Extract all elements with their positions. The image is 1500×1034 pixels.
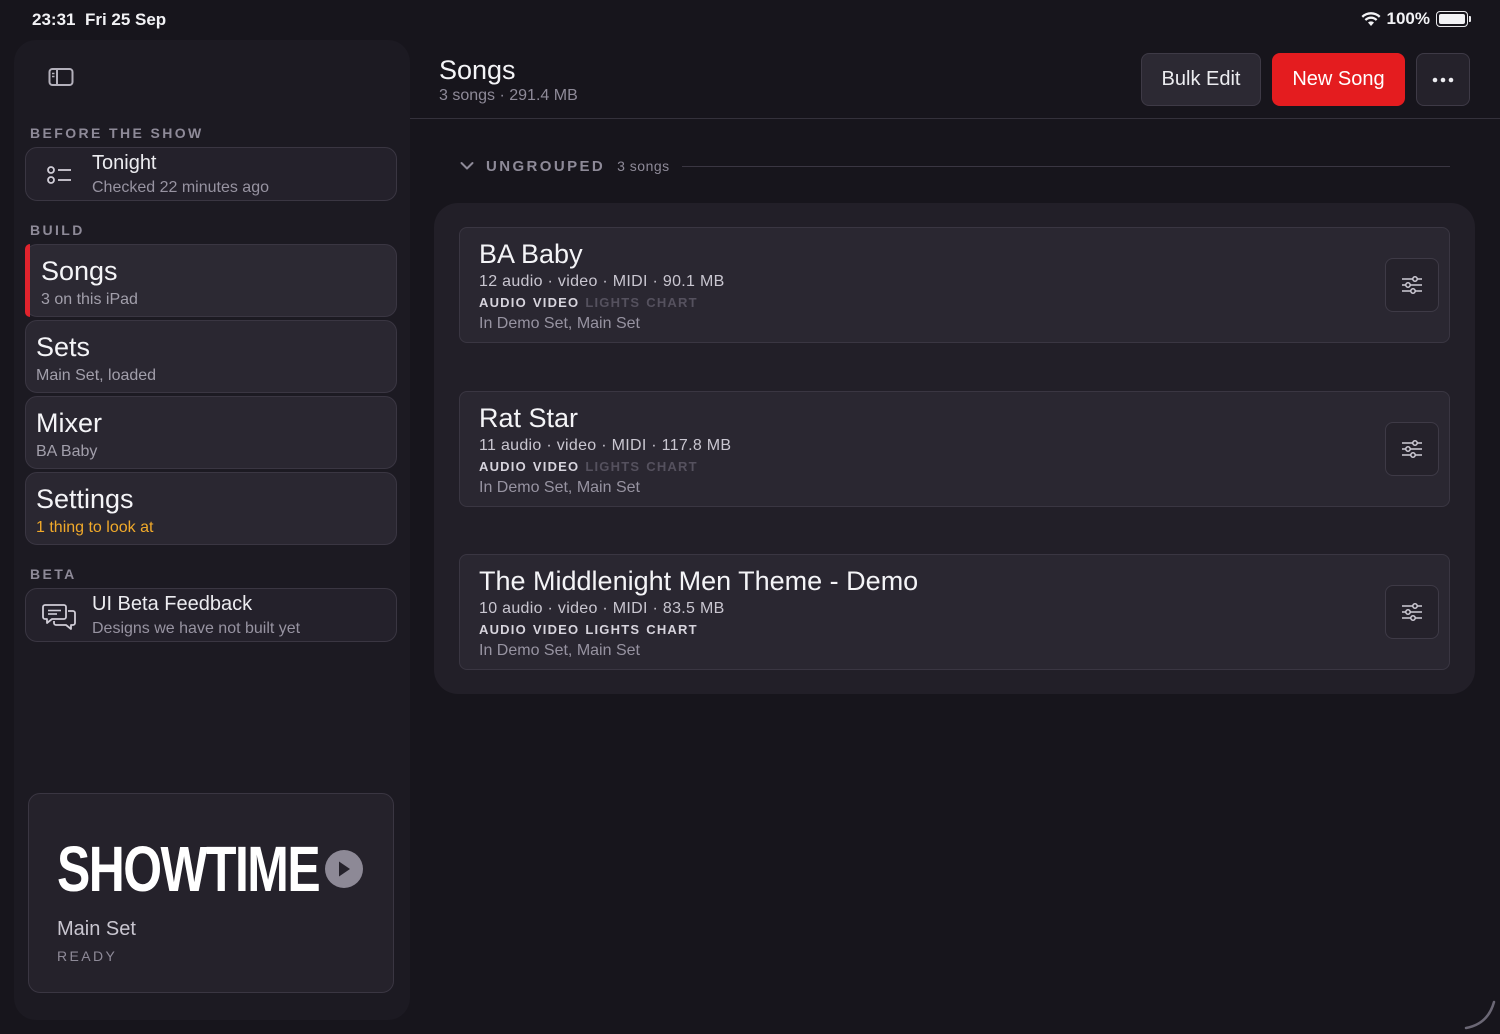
section-label-before-show: BEFORE THE SHOW (30, 125, 204, 141)
song-card[interactable]: The Middlenight Men Theme - Demo 10 audi… (459, 554, 1450, 670)
resize-handle-icon (1464, 1000, 1496, 1030)
ellipsis-icon (1432, 77, 1454, 82)
ui-beta-feedback-card[interactable]: UI Beta Feedback Designs we have not bui… (25, 588, 397, 642)
song-sets: In Demo Set, Main Set (479, 315, 640, 332)
page-subtitle: 3 songs · 291.4 MB (439, 87, 578, 104)
sidebar: BEFORE THE SHOW Tonight Checked 22 minut… (14, 40, 410, 1020)
status-bar: 23:31 Fri 25 Sep 100% (0, 0, 1500, 40)
song-tags: AUDIO VIDEO LIGHTS CHART (479, 459, 698, 474)
song-sets: In Demo Set, Main Set (479, 479, 640, 496)
page-title: Songs (439, 55, 516, 85)
battery-icon (1436, 11, 1471, 27)
showtime-status: READY (57, 948, 118, 964)
sidebar-item-songs[interactable]: Songs 3 on this iPad (25, 244, 397, 317)
sliders-icon (1402, 440, 1422, 458)
showtime-card[interactable]: SHOWTIME Main Set READY (28, 793, 394, 993)
song-title: Rat Star (479, 403, 579, 433)
nav-title: Sets (36, 332, 91, 362)
play-icon (339, 861, 350, 877)
new-song-button[interactable]: New Song (1272, 53, 1405, 106)
battery-percent: 100% (1386, 9, 1430, 28)
group-label: UNGROUPED (486, 157, 606, 175)
play-button[interactable] (325, 850, 363, 888)
nav-subtitle: BA Baby (36, 443, 98, 460)
tag-lights: LIGHTS (585, 622, 641, 637)
song-list: BA Baby 12 audio · video · MIDI · 90.1 M… (434, 203, 1475, 694)
tonight-card[interactable]: Tonight Checked 22 minutes ago (25, 147, 397, 201)
section-label-build: BUILD (30, 222, 85, 238)
song-card[interactable]: BA Baby 12 audio · video · MIDI · 90.1 M… (459, 227, 1450, 343)
tag-audio: AUDIO (479, 295, 527, 310)
feedback-subtitle: Designs we have not built yet (92, 620, 301, 637)
group-count: 3 songs (617, 158, 670, 174)
tonight-subtitle: Checked 22 minutes ago (92, 179, 269, 196)
song-tags: AUDIO VIDEO LIGHTS CHART (479, 622, 698, 637)
song-sets: In Demo Set, Main Set (479, 642, 640, 659)
header-divider (410, 118, 1500, 119)
tag-lights: LIGHTS (585, 459, 641, 474)
song-tags: AUDIO VIDEO LIGHTS CHART (479, 295, 698, 310)
showtime-title: SHOWTIME (57, 833, 321, 905)
feedback-title: UI Beta Feedback (92, 593, 253, 615)
chevron-down-icon[interactable] (458, 157, 476, 175)
tag-audio: AUDIO (479, 459, 527, 474)
status-right: 100% (1361, 9, 1471, 29)
nav-title: Mixer (36, 408, 102, 438)
nav-subtitle: Main Set, loaded (36, 367, 157, 384)
sidebar-item-settings[interactable]: Settings 1 thing to look at (25, 472, 397, 545)
tag-video: VIDEO (532, 459, 580, 474)
tag-chart: CHART (646, 459, 698, 474)
tag-chart: CHART (646, 295, 698, 310)
chat-bubbles-icon (42, 604, 76, 630)
nav-subtitle-warning: 1 thing to look at (36, 519, 154, 536)
song-settings-button[interactable] (1385, 258, 1439, 312)
wifi-icon (1361, 12, 1381, 26)
song-title: The Middlenight Men Theme - Demo (479, 566, 919, 596)
nav-title: Settings (36, 484, 134, 514)
sidebar-item-sets[interactable]: Sets Main Set, loaded (25, 320, 397, 393)
status-time: 23:31 Fri 25 Sep (32, 10, 167, 29)
nav-title: Songs (41, 256, 118, 286)
nav-subtitle: 3 on this iPad (41, 291, 138, 308)
tag-video: VIDEO (532, 622, 580, 637)
tonight-title: Tonight (92, 152, 157, 174)
sliders-icon (1402, 276, 1422, 294)
song-meta: 11 audio · video · MIDI · 117.8 MB (479, 437, 732, 454)
song-settings-button[interactable] (1385, 585, 1439, 639)
tag-lights: LIGHTS (585, 295, 641, 310)
song-settings-button[interactable] (1385, 422, 1439, 476)
song-meta: 12 audio · video · MIDI · 90.1 MB (479, 273, 725, 290)
showtime-set: Main Set (57, 918, 136, 940)
more-options-button[interactable] (1416, 53, 1470, 106)
song-title: BA Baby (479, 239, 583, 269)
sliders-icon (1402, 603, 1422, 621)
song-meta: 10 audio · video · MIDI · 83.5 MB (479, 600, 725, 617)
section-label-beta: BETA (30, 566, 77, 582)
tag-chart: CHART (646, 622, 698, 637)
song-card[interactable]: Rat Star 11 audio · video · MIDI · 117.8… (459, 391, 1450, 507)
group-divider (681, 165, 1450, 167)
sidebar-item-mixer[interactable]: Mixer BA Baby (25, 396, 397, 469)
tag-video: VIDEO (532, 295, 580, 310)
tag-audio: AUDIO (479, 622, 527, 637)
sidebar-toggle-icon[interactable] (48, 66, 74, 88)
group-header[interactable]: UNGROUPED 3 songs (458, 155, 1450, 177)
checklist-icon (47, 166, 71, 184)
bulk-edit-button[interactable]: Bulk Edit (1141, 53, 1261, 106)
